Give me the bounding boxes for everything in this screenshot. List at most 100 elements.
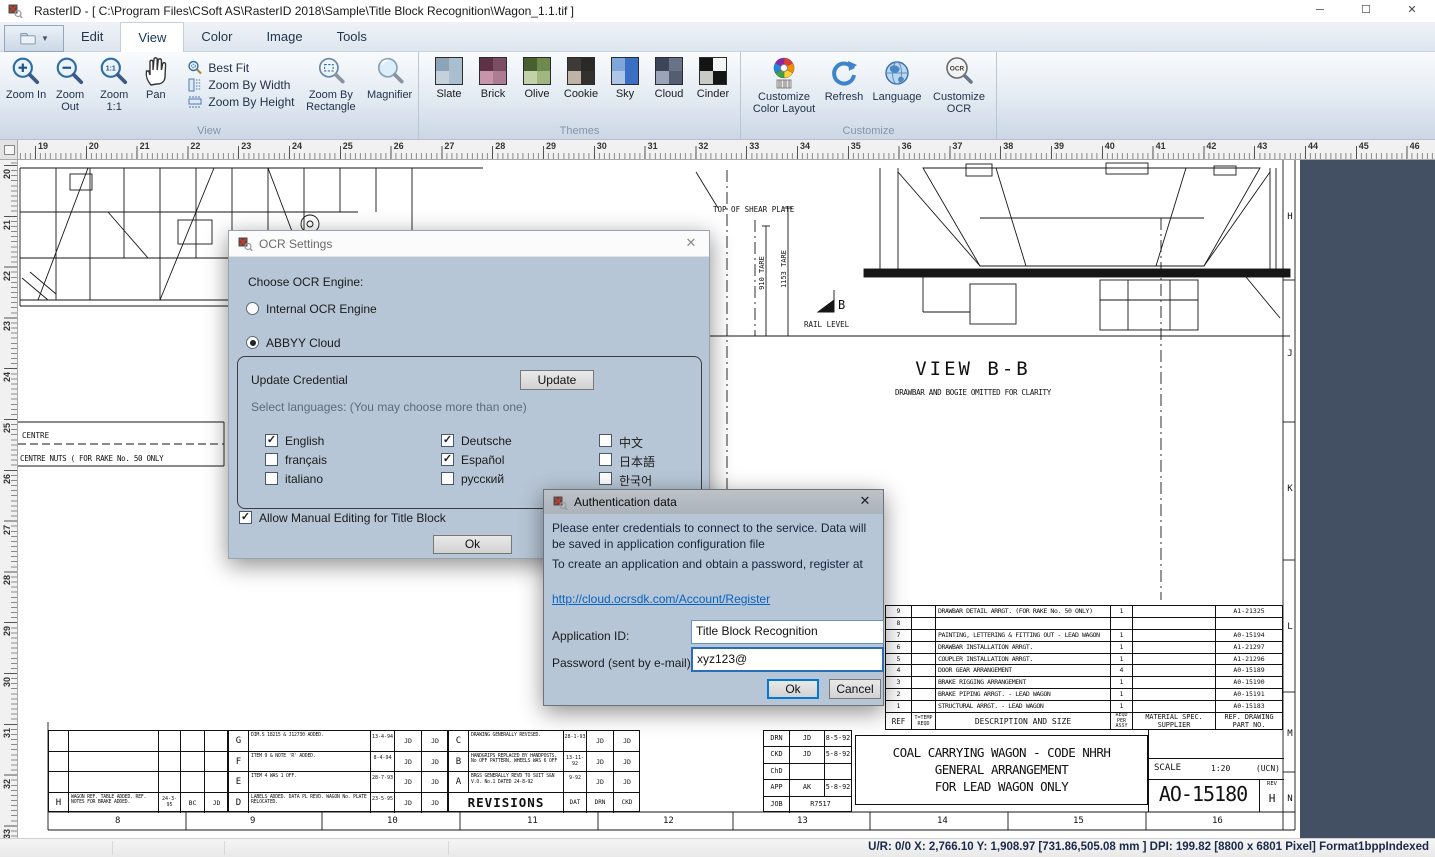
ribbon: Zoom In Zoom Out 1:1 Zoom 1:1 Pan Best F… [0,52,1435,140]
ruler-number: 44 [1308,141,1318,151]
close-icon[interactable]: ✕ [1389,0,1435,22]
tab-image[interactable]: Image [249,22,319,52]
button-label: Customize Color Layout [747,91,821,115]
parts-table-row: 4DOOR GEAR ARRANGEMENT4A0-15189 [886,665,1282,677]
rev-label: REV [1260,781,1284,787]
language-label-français[interactable]: français [285,453,327,467]
revision-letter: A [449,772,469,793]
language-checkbox-日本語[interactable] [599,453,612,466]
close-icon[interactable]: ✕ [681,235,701,251]
language-label-Español[interactable]: Español [461,453,504,467]
theme-swatch-icon [611,57,639,85]
theme-swatch-icon [523,57,551,85]
window-title: RasterID - [ C:\Program Files\CSoft AS\R… [34,4,574,18]
theme-swatch-icon [479,57,507,85]
drawing-number: AO-15180 [1149,782,1257,806]
tab-edit[interactable]: Edit [64,22,120,52]
internal-ocr-radio[interactable] [246,302,259,315]
revision-date: 13-11-92 [564,752,587,773]
cell [181,752,205,773]
internal-ocr-label[interactable]: Internal OCR Engine [266,302,377,316]
ruler-number: 42 [1206,141,1216,151]
tab-view[interactable]: View [120,22,184,52]
language-checkbox-Español[interactable]: ✓ [441,453,454,466]
tab-color[interactable]: Color [184,22,249,52]
language-checkbox-中文[interactable] [599,434,612,447]
password-input[interactable]: xyz123@ [691,647,884,672]
language-checkbox-English[interactable]: ✓ [265,434,278,447]
part-qty: 1 [1111,642,1133,654]
scale-row: SCALE 1:20 (UCN) [1149,758,1284,780]
theme-label: Cloud [647,88,691,100]
language-checkbox-italiano[interactable] [265,472,278,485]
update-button[interactable]: Update [520,370,594,390]
ruler-number: 19 [38,141,48,151]
language-label-한국어[interactable]: 한국어 [619,472,652,489]
abbyy-cloud-radio[interactable] [246,336,259,349]
revision-desc: WAGON REF. TABLE ADDED. REF. NOTES FOR B… [69,793,159,814]
rasterid-window: RasterID - [ C:\Program Files\CSoft AS\R… [0,0,1435,857]
language-checkbox-한국어[interactable] [599,472,612,485]
title-line-2: GENERAL ARRANGEMENT [856,761,1147,778]
revisions-table-left: HWAGON REF. TABLE ADDED. REF. NOTES FOR … [48,730,228,812]
allow-manual-editing-checkbox[interactable]: ✓ [239,511,252,524]
cell [49,731,69,752]
cell [205,752,228,773]
part-ref: 1 [886,701,912,713]
allow-manual-editing-label[interactable]: Allow Manual Editing for Title Block [259,511,446,525]
language-label-italiano[interactable]: italiano [285,472,323,486]
part-qty: 1 [1111,689,1133,701]
ruler-number: 41 [1156,141,1166,151]
ribbon-group-customize: Customize Color Layout Refresh Language … [741,52,997,139]
auth-message-2: To create an application and obtain a pa… [552,556,878,572]
tab-tools[interactable]: Tools [320,22,384,52]
abbyy-cloud-label[interactable]: ABBYY Cloud [266,336,341,350]
language-label-русский[interactable]: русский [461,472,504,486]
language-label-English[interactable]: English [285,434,324,448]
theme-label: Slate [427,88,471,100]
language-checkbox-Deutsche[interactable]: ✓ [441,434,454,447]
revision-ckd: JD [422,772,448,793]
best-fit-button[interactable]: Best Fit [187,59,294,76]
language-label-Deutsche[interactable]: Deutsche [461,434,512,448]
part-material [1133,665,1216,677]
maximize-icon[interactable]: ☐ [1343,0,1389,22]
ocr-dialog-titlebar[interactable]: OCR Settings ✕ [229,231,709,257]
file-menu-button[interactable]: ▼ [4,25,64,52]
approval-date: 5-8-92 [825,747,851,763]
approval-label: APP [764,780,790,796]
application-id-input[interactable]: Title Block Recognition [691,620,884,644]
part-number [1216,618,1282,630]
parts-table-row: 7PAINTING, LETTERING & FITTING OUT - LEA… [886,630,1282,642]
auth-dialog-titlebar[interactable]: Authentication data ✕ [544,490,883,514]
approval-date: 5-8-92 [825,780,851,796]
revision-drn: JD [395,731,422,752]
auth-cancel-button[interactable]: Cancel [829,679,881,699]
parts-table-row: 8 [886,618,1282,630]
language-label-中文[interactable]: 中文 [619,434,643,451]
language-checkbox-français[interactable] [265,453,278,466]
group-label-view: View [0,125,418,137]
ruler-number: 37 [952,141,962,151]
revision-date: 8-4-94 [371,752,395,773]
zoom-by-height-button[interactable]: Zoom By Height [187,93,294,110]
minimize-icon[interactable]: ─ [1297,0,1343,22]
revision-row-F: FITEM 9 & NOTE 'R' ADDED.8-4-94JDJD [229,752,447,773]
revision-row-empty [49,731,227,752]
close-icon[interactable]: ✕ [855,493,875,509]
ocr-ok-button[interactable]: Ok [433,535,512,554]
register-link[interactable]: http://cloud.ocrsdk.com/Account/Register [552,592,770,606]
theme-label: Cinder [691,88,735,100]
revision-row-h: HWAGON REF. TABLE ADDED. REF. NOTES FOR … [49,793,227,814]
theme-swatch-icon [655,57,683,85]
zoom-by-width-button[interactable]: Zoom By Width [187,76,294,93]
language-label-日本語[interactable]: 日本語 [619,453,655,470]
part-ref: 2 [886,689,912,701]
button-label: Language [867,91,927,103]
language-checkbox-русский[interactable] [441,472,454,485]
part-description: DOOR GEAR ARRANGEMENT [936,665,1111,677]
revision-letter: G [229,731,249,752]
revision-ckd: JD [205,793,228,814]
revision-drn: JD [395,772,422,793]
auth-ok-button[interactable]: Ok [767,679,819,699]
